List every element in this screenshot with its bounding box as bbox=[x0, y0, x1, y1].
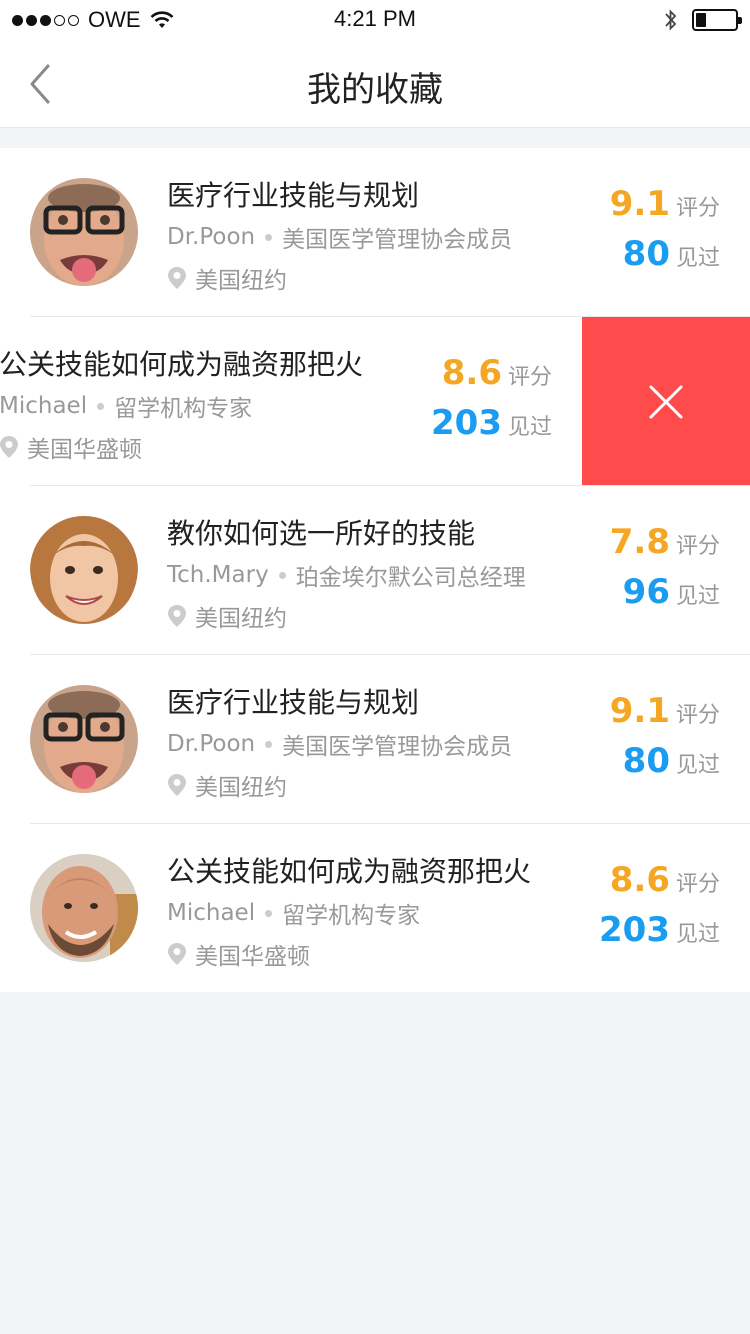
item-title: 医疗行业技能与规划 bbox=[167, 686, 420, 719]
list-item-content[interactable]: 公关技能如何成为融资那把火 Michael 留学机构专家 美国华盛顿 8.6 评分… bbox=[0, 317, 582, 486]
item-location: 美国纽约 bbox=[167, 599, 287, 633]
item-author: Michael bbox=[167, 900, 256, 926]
location-pin-icon bbox=[0, 436, 18, 458]
item-meta: Tch.Mary 珀金埃尔默公司总经理 bbox=[167, 558, 526, 592]
item-stats: 7.8 评分 96 见过 bbox=[610, 522, 720, 622]
status-bar: OWE 4:21 PM bbox=[0, 0, 750, 40]
location-text: 美国纽约 bbox=[195, 606, 287, 632]
list-item-content[interactable]: 医疗行业技能与规划 Dr.Poon 美国医学管理协会成员 美国纽约 9.1 评分 … bbox=[0, 655, 750, 824]
bluetooth-icon bbox=[665, 9, 677, 31]
item-role: 留学机构专家 bbox=[282, 903, 421, 929]
location-pin-icon bbox=[168, 774, 186, 796]
item-meta: Michael 留学机构专家 bbox=[0, 389, 252, 423]
location-text: 美国纽约 bbox=[195, 268, 287, 294]
item-stats: 8.6 评分 203 见过 bbox=[431, 353, 552, 453]
item-role: 留学机构专家 bbox=[114, 396, 253, 422]
item-author: Michael bbox=[0, 393, 88, 419]
score-value: 8.6 bbox=[609, 860, 670, 900]
views-unit: 见过 bbox=[675, 584, 720, 609]
location-text: 美国纽约 bbox=[195, 775, 287, 801]
item-meta: Dr.Poon 美国医学管理协会成员 bbox=[167, 220, 512, 254]
list-item-swiped[interactable]: 公关技能如何成为融资那把火 Michael 留学机构专家 美国华盛顿 8.6 评分… bbox=[0, 317, 750, 486]
location-pin-icon bbox=[168, 943, 186, 965]
score-value: 9.1 bbox=[609, 691, 670, 731]
item-meta: Michael 留学机构专家 bbox=[167, 896, 420, 930]
item-stats: 8.6 评分 203 见过 bbox=[599, 860, 720, 960]
score-value: 7.8 bbox=[609, 522, 670, 562]
item-stats: 9.1 评分 80 见过 bbox=[610, 184, 720, 284]
item-title: 公关技能如何成为融资那把火 bbox=[0, 348, 364, 381]
views-unit: 见过 bbox=[675, 246, 720, 271]
views-value: 80 bbox=[622, 234, 670, 274]
battery-icon bbox=[692, 9, 742, 31]
score-value: 9.1 bbox=[609, 184, 670, 224]
item-author: Dr.Poon bbox=[167, 224, 256, 250]
delete-button[interactable] bbox=[582, 317, 750, 486]
page-title: 我的收藏 bbox=[307, 70, 443, 110]
item-role: 美国医学管理协会成员 bbox=[282, 227, 513, 253]
views-value: 203 bbox=[431, 403, 502, 443]
item-stats: 9.1 评分 80 见过 bbox=[610, 691, 720, 791]
list-item-content[interactable]: 公关技能如何成为融资那把火 Michael 留学机构专家 美国华盛顿 8.6 评分… bbox=[0, 824, 750, 992]
list-item[interactable]: 医疗行业技能与规划 Dr.Poon 美国医学管理协会成员 美国纽约 9.1 评分 … bbox=[0, 655, 750, 824]
views-unit: 见过 bbox=[507, 415, 552, 440]
list-item[interactable]: 医疗行业技能与规划 Dr.Poon 美国医学管理协会成员 美国纽约 9.1 评分 … bbox=[0, 148, 750, 317]
score-value: 8.6 bbox=[441, 353, 502, 393]
score-unit: 评分 bbox=[675, 703, 720, 728]
item-title: 公关技能如何成为融资那把火 bbox=[167, 855, 532, 888]
nav-bar: 我的收藏 bbox=[0, 40, 750, 128]
views-value: 203 bbox=[599, 910, 670, 950]
avatar bbox=[30, 854, 138, 962]
score-unit: 评分 bbox=[675, 534, 720, 559]
avatar bbox=[30, 178, 138, 286]
separator-dot bbox=[265, 909, 273, 917]
views-unit: 见过 bbox=[675, 922, 720, 947]
score-unit: 评分 bbox=[675, 872, 720, 897]
item-title: 医疗行业技能与规划 bbox=[167, 179, 420, 212]
favorites-list: 医疗行业技能与规划 Dr.Poon 美国医学管理协会成员 美国纽约 9.1 评分 … bbox=[0, 148, 750, 992]
avatar bbox=[30, 685, 138, 793]
location-text: 美国华盛顿 bbox=[27, 437, 142, 463]
separator-dot bbox=[278, 571, 286, 579]
item-location: 美国华盛顿 bbox=[167, 937, 310, 971]
item-location: 美国华盛顿 bbox=[0, 430, 142, 464]
item-location: 美国纽约 bbox=[167, 261, 287, 295]
views-value: 80 bbox=[622, 741, 670, 781]
item-author: Tch.Mary bbox=[167, 562, 269, 588]
separator-dot bbox=[265, 233, 273, 241]
location-text: 美国华盛顿 bbox=[195, 944, 310, 970]
list-item[interactable]: 教你如何选一所好的技能 Tch.Mary 珀金埃尔默公司总经理 美国纽约 7.8… bbox=[0, 486, 750, 655]
avatar bbox=[30, 516, 138, 624]
item-author: Dr.Poon bbox=[167, 731, 256, 757]
item-meta: Dr.Poon 美国医学管理协会成员 bbox=[167, 727, 512, 761]
separator-dot bbox=[265, 740, 273, 748]
score-unit: 评分 bbox=[675, 196, 720, 221]
score-unit: 评分 bbox=[507, 365, 552, 390]
item-location: 美国纽约 bbox=[167, 768, 287, 802]
separator-dot bbox=[97, 402, 105, 410]
list-item-content[interactable]: 教你如何选一所好的技能 Tch.Mary 珀金埃尔默公司总经理 美国纽约 7.8… bbox=[0, 486, 750, 655]
close-icon bbox=[649, 385, 683, 418]
views-unit: 见过 bbox=[675, 753, 720, 778]
item-role: 美国医学管理协会成员 bbox=[282, 734, 513, 760]
item-role: 珀金埃尔默公司总经理 bbox=[295, 565, 526, 591]
list-item-content[interactable]: 医疗行业技能与规划 Dr.Poon 美国医学管理协会成员 美国纽约 9.1 评分 … bbox=[0, 148, 750, 317]
location-pin-icon bbox=[168, 605, 186, 627]
item-title: 教你如何选一所好的技能 bbox=[167, 517, 476, 550]
location-pin-icon bbox=[168, 267, 186, 289]
list-item[interactable]: 公关技能如何成为融资那把火 Michael 留学机构专家 美国华盛顿 8.6 评分… bbox=[0, 824, 750, 992]
views-value: 96 bbox=[622, 572, 670, 612]
status-time: 4:21 PM bbox=[334, 6, 416, 31]
status-right bbox=[664, 7, 742, 33]
